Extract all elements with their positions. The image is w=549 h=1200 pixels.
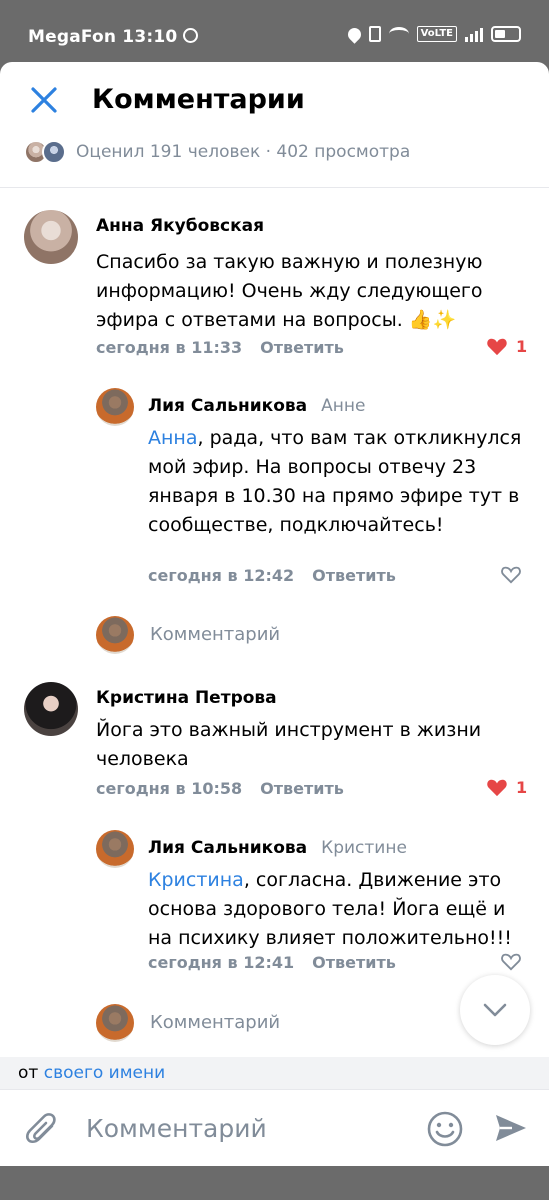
mention-link[interactable]: Анна [148,427,198,449]
heart-filled-icon [487,779,507,797]
comment-text: Спасибо за такую важную и полезную инфор… [96,251,483,331]
status-carrier-time: MegaFon 13:10 [28,27,199,47]
comment-meta: сегодня в 12:41 Ответить [148,953,396,972]
reply-author-line: Лия Сальникова Кристине [148,838,407,858]
scroll-down-button[interactable] [460,975,530,1045]
comment-time: сегодня в 12:41 [148,953,295,972]
comment-meta: сегодня в 10:58 Ответить [96,779,344,798]
comment-text: Кристина, согласна. Движение это основа … [148,866,523,953]
like-button[interactable] [500,564,522,584]
comment-text: Анна, рада, что вам так откликнулся мой … [148,424,523,540]
reply-button[interactable]: Ответить [260,338,344,357]
comment-text: Йога это важный инструмент в жизни челов… [96,719,482,770]
comments-header: Комментарии Оценил 191 человек · 402 про… [0,62,549,188]
likes-views-text: Оценил 191 человек · 402 просмотра [76,142,411,162]
comment-author[interactable]: Лия Сальникова [148,396,307,416]
carrier-time-text: MegaFon 13:10 [28,27,178,47]
close-button[interactable] [26,82,62,118]
comment-meta: сегодня в 11:33 Ответить [96,338,344,357]
mention-link[interactable]: Кристина [148,869,244,891]
comment-field-placeholder: Комментарий [150,1012,281,1033]
chevron-down-icon [483,1003,507,1017]
reply-button[interactable]: Ответить [312,953,396,972]
comment-input[interactable]: Комментарий [86,1114,267,1143]
like-button[interactable] [500,951,522,971]
avatar[interactable] [24,682,78,736]
comment-author[interactable]: Кристина Петрова [96,688,277,708]
attach-icon[interactable] [24,1110,60,1150]
comment-time: сегодня в 12:42 [148,566,295,585]
close-icon [31,87,57,113]
heart-outline-icon [501,953,521,971]
reply-to[interactable]: Кристине [321,838,407,858]
avatar[interactable] [96,830,134,868]
heart-outline-icon [501,566,521,584]
comment-author[interactable]: Анна Якубовская [96,216,264,236]
post-as-bar: от своего имени [0,1057,549,1089]
page-title: Комментарии [92,84,305,115]
emoji-icon[interactable] [426,1110,464,1148]
vibrate-icon [368,26,381,42]
reply-button[interactable]: Ответить [312,566,396,585]
reply-author-line: Лия Сальникова Анне [148,396,365,416]
send-icon[interactable] [494,1112,528,1144]
avatar [96,1004,134,1042]
comment-time: сегодня в 11:33 [96,338,243,357]
avatar[interactable] [24,210,78,264]
wifi-icon [388,27,409,41]
signal-icon [465,26,483,42]
comment-meta: сегодня в 12:42 Ответить [148,566,396,585]
comment-body: , рада, что вам так откликнулся мой эфир… [148,427,522,536]
system-nav-bar [0,1166,549,1200]
avatar [96,616,134,654]
like-count: 1 [516,777,528,797]
location-icon [344,24,364,44]
status-bar: MegaFon 13:10 VoLTE [0,0,549,64]
battery-icon [491,26,521,42]
post-as-prefix: от [18,1063,44,1083]
like-button[interactable]: 1 [486,777,527,797]
comment-field-placeholder: Комментарий [150,624,281,645]
avatar[interactable] [96,388,134,426]
comment-author[interactable]: Лия Сальникова [148,838,307,858]
post-as-link[interactable]: своего имени [44,1063,165,1083]
heart-filled-icon [487,338,507,356]
reply-to[interactable]: Анне [321,396,365,416]
status-icons: VoLTE [344,24,521,44]
like-button[interactable]: 1 [486,336,527,356]
like-count: 1 [516,336,528,356]
comment-input-bar: Комментарий [0,1089,549,1166]
comments-sheet: Комментарии Оценил 191 человек · 402 про… [0,62,549,1166]
alarm-icon [183,28,199,43]
comment-time: сегодня в 10:58 [96,779,243,798]
likes-summary[interactable]: Оценил 191 человек · 402 просмотра [24,140,410,164]
liker-avatar [42,140,66,164]
reply-button[interactable]: Ответить [260,779,344,798]
volte-badge: VoLTE [416,26,457,42]
thread-comment-field[interactable]: Комментарий [0,614,549,654]
